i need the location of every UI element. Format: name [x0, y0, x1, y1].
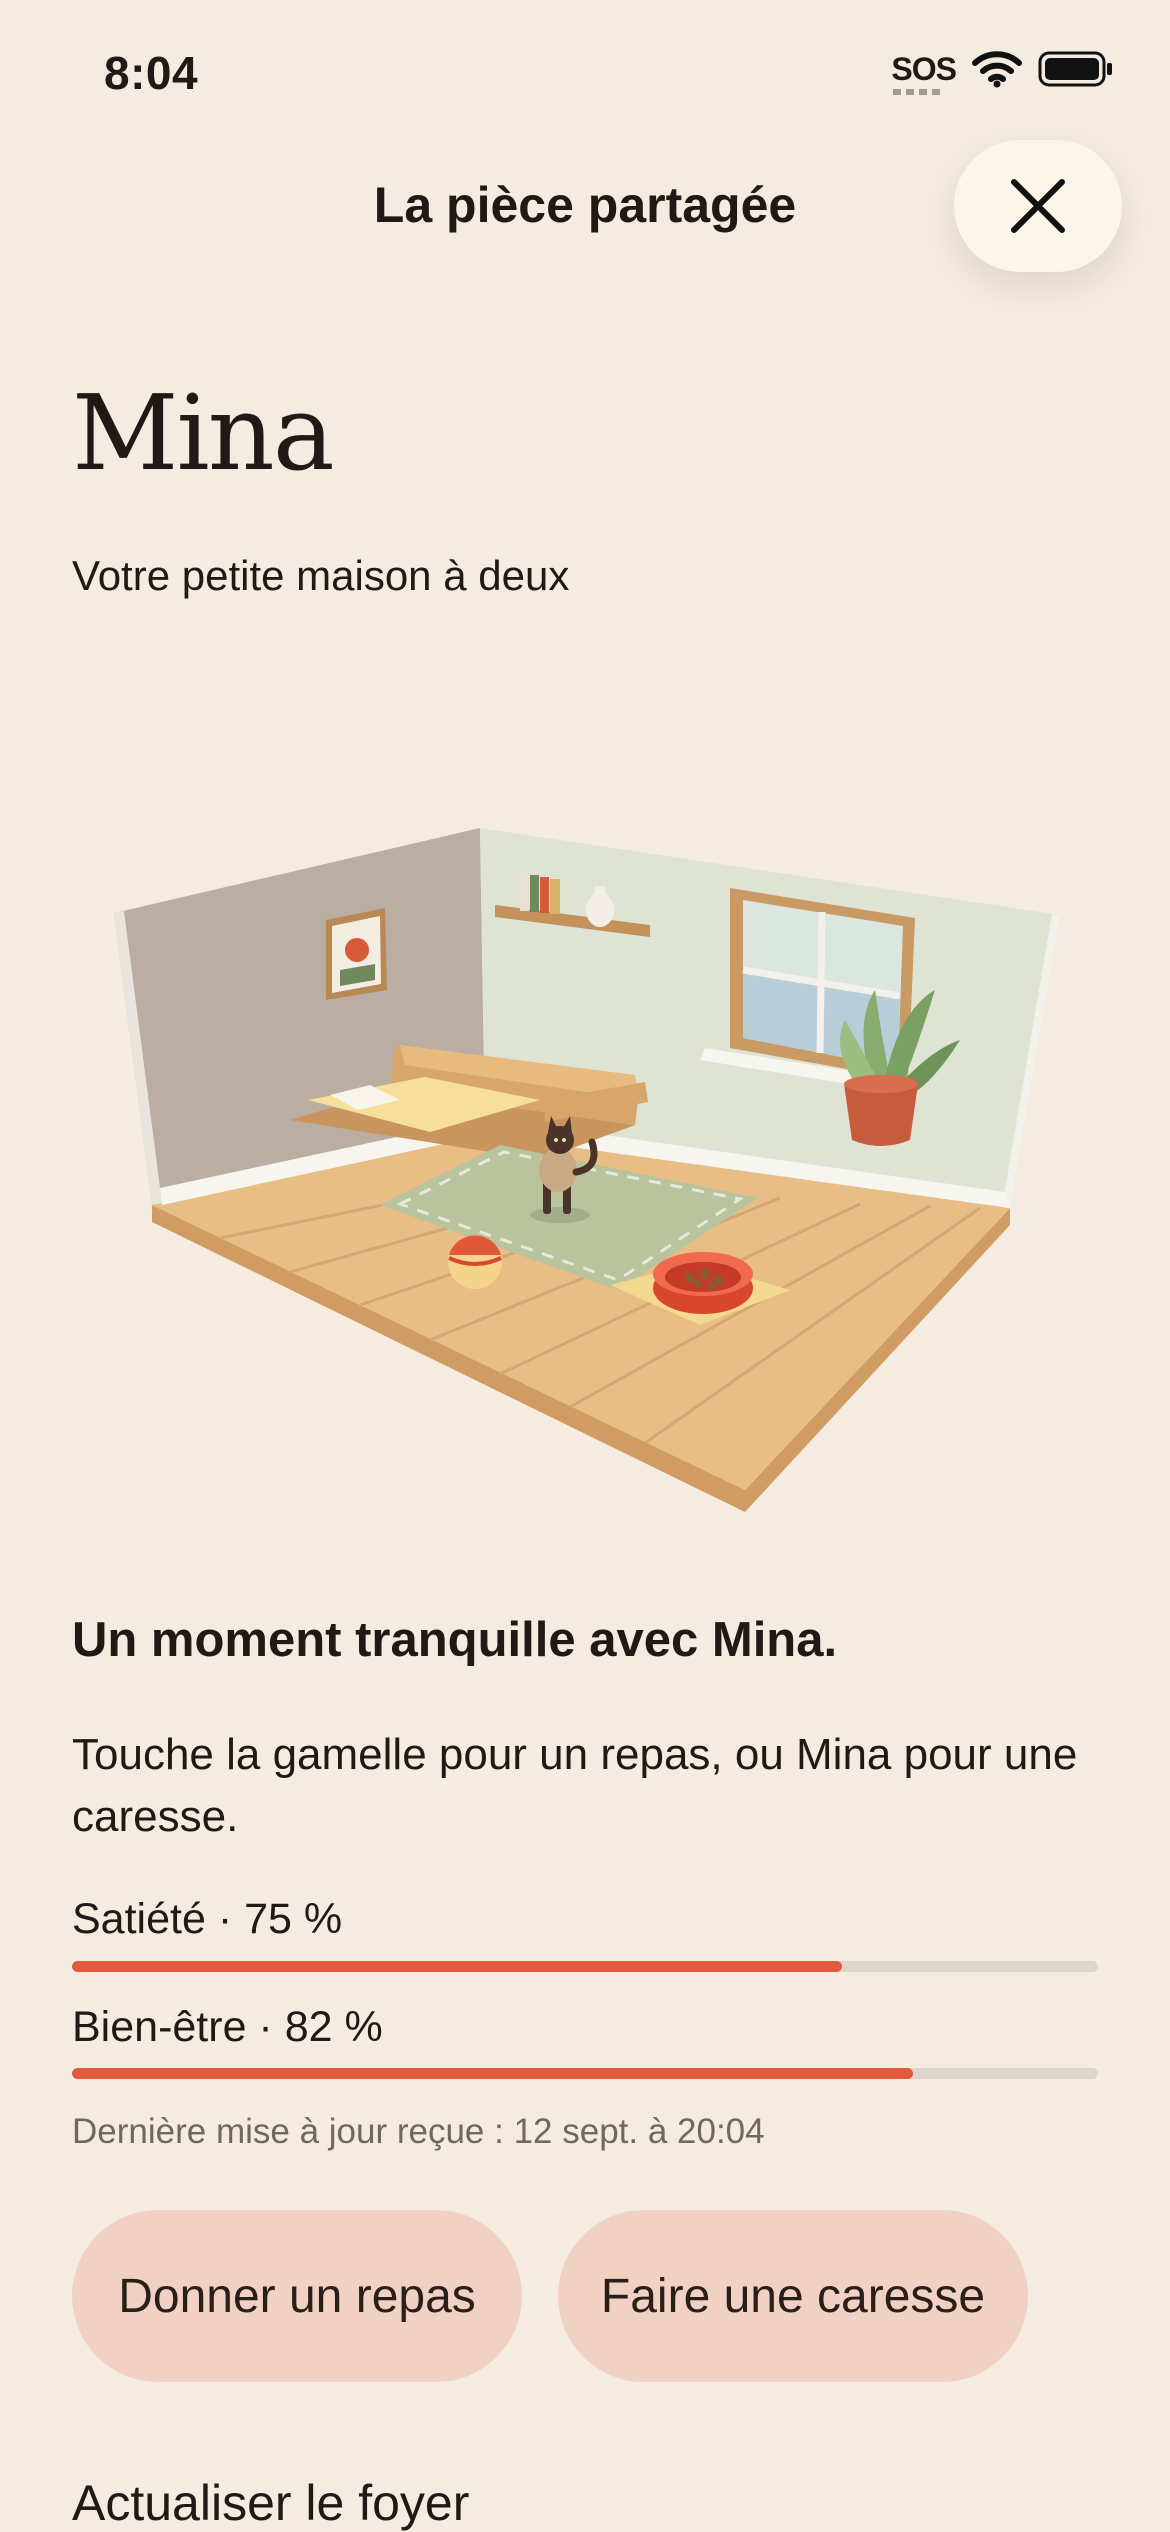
sos-label: SOS — [891, 51, 957, 87]
pet-subtitle: Votre petite maison à deux — [72, 552, 570, 599]
feed-button[interactable]: Donner un repas — [72, 2210, 522, 2382]
close-button[interactable] — [954, 140, 1122, 272]
room-illustration — [114, 828, 1060, 1512]
pet-button[interactable]: Faire une caresse — [558, 2210, 1028, 2382]
satiety-progress-bar — [72, 1961, 1098, 1972]
toy-ball — [448, 1235, 502, 1289]
close-icon — [1011, 179, 1065, 233]
signal-dots-icon — [893, 89, 944, 95]
sos-indicator: SOS — [891, 51, 957, 95]
status-time: 8:04 — [104, 47, 199, 99]
status-headline: Un moment tranquille avec Mina. — [72, 1613, 838, 1667]
refresh-home-link[interactable]: Actualiser le foyer — [72, 2474, 469, 2532]
status-icons: SOS — [891, 50, 1114, 95]
feed-button-label: Donner un repas — [118, 2269, 476, 2323]
pet-button-label: Faire une caresse — [600, 2269, 986, 2323]
food-bowl — [653, 1252, 753, 1314]
interaction-hint: Touche la gamelle pour un repas, ou Mina… — [72, 1730, 1078, 1841]
wellbeing-progress-bar — [72, 2068, 1098, 2079]
wellbeing-progress-fill — [72, 2068, 914, 2079]
battery-icon — [1038, 51, 1112, 87]
last-update-text: Dernière mise à jour reçue : 12 sept. à … — [72, 2112, 765, 2151]
satiety-label: Satiété · 75 % — [72, 1895, 343, 1943]
pet-name: Mina — [72, 372, 335, 494]
status-bar: 8:04 SOS — [0, 0, 1170, 150]
satiety-progress-fill — [72, 1961, 842, 1972]
wellbeing-label: Bien-être · 82 % — [72, 2003, 383, 2051]
wall-picture — [326, 908, 387, 1000]
wifi-icon — [972, 51, 1022, 88]
